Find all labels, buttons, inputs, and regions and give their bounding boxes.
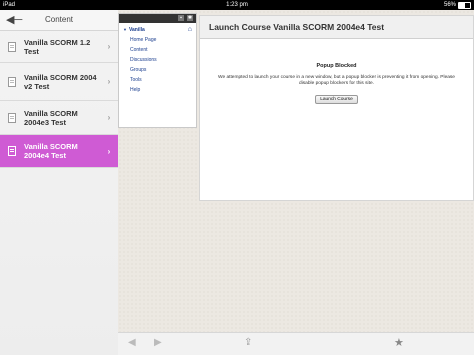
list-item-label: Vanilla SCORM 2004e4 Test [24, 142, 78, 160]
sidebar-title: Content [44, 15, 74, 24]
course-nav-panel: ▪ ✱ ▼ Vanilla ⌂ Home Page Content Discus… [118, 13, 197, 128]
document-icon [8, 41, 16, 52]
list-item[interactable]: Vanilla SCORM 2004 v2 Test › [0, 63, 118, 101]
popup-text: We attempted to launch your course in a … [218, 75, 455, 86]
launch-course-button[interactable]: Launch Course [315, 95, 358, 104]
battery-icon [458, 1, 471, 9]
chevron-right-icon: › [107, 146, 111, 156]
nav-link-groups[interactable]: Groups [130, 65, 196, 75]
launch-course-card: Launch Course Vanilla SCORM 2004e4 Test … [199, 15, 474, 201]
bottom-toolbar: ◀ ▶ ⇪ ★ [118, 332, 474, 355]
nav-link-content[interactable]: Content [130, 45, 196, 55]
chevron-right-icon: › [107, 77, 111, 86]
nav-links: Home Page Content Discussions Groups Too… [119, 35, 196, 95]
nav-link-help[interactable]: Help [130, 85, 196, 95]
arrow-right-icon[interactable]: ▶ [154, 337, 162, 348]
clock: 1:23 pm [226, 2, 248, 8]
main-area: ▪ ✱ ▼ Vanilla ⌂ Home Page Content Discus… [118, 10, 474, 355]
content-sidebar: ◀─ Content Vanilla SCORM 1.2 Test › Vani… [0, 10, 119, 355]
nav-toolbar: ▪ ✱ [119, 14, 196, 23]
window-icon[interactable]: ▪ [178, 15, 184, 21]
document-icon [8, 146, 16, 156]
document-icon [8, 112, 16, 123]
triangle-down-icon: ▼ [123, 27, 127, 32]
sidebar-header: ◀─ Content [0, 10, 118, 31]
list-item[interactable]: Vanilla SCORM 1.2 Test › [0, 31, 118, 63]
content-list: Vanilla SCORM 1.2 Test › Vanilla SCORM 2… [0, 31, 118, 168]
status-bar: iPad 1:23 pm 56% [0, 0, 474, 10]
popup-title: Popup Blocked [316, 63, 357, 69]
list-item-label: Vanilla SCORM 1.2 Test [24, 37, 91, 56]
nav-course-header[interactable]: ▼ Vanilla ⌂ [119, 23, 196, 35]
list-item-selected[interactable]: Vanilla SCORM 2004e4 Test › [0, 135, 118, 168]
page-title: Launch Course Vanilla SCORM 2004e4 Test [200, 16, 473, 39]
chevron-right-icon: › [107, 42, 111, 51]
battery-percent: 56% [443, 2, 456, 8]
document-icon [8, 76, 16, 87]
nav-link-tools[interactable]: Tools [130, 75, 196, 85]
popup-blocked-message: Popup Blocked We attempted to launch you… [200, 63, 473, 105]
list-item-label: Vanilla SCORM 2004e3 Test [24, 108, 78, 127]
list-item[interactable]: Vanilla SCORM 2004e3 Test › [0, 101, 118, 135]
battery-indicator: 56% [444, 0, 471, 10]
home-icon[interactable]: ⌂ [188, 26, 192, 33]
nav-link-discussions[interactable]: Discussions [130, 55, 196, 65]
list-item-label: Vanilla SCORM 2004 v2 Test [24, 72, 97, 91]
star-icon[interactable]: ★ [394, 336, 404, 349]
share-icon[interactable]: ⇪ [244, 337, 252, 348]
chevron-right-icon: › [107, 113, 111, 122]
settings-icon[interactable]: ✱ [187, 15, 193, 21]
nav-link-home-page[interactable]: Home Page [130, 35, 196, 45]
course-name: Vanilla [128, 26, 145, 33]
arrow-left-icon[interactable]: ◀ [128, 337, 136, 348]
